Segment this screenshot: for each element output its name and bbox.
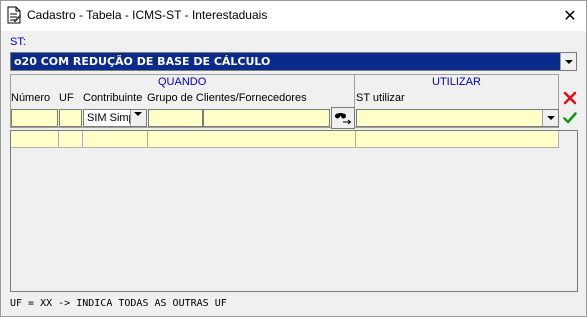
contribuinte-dropdown-button[interactable] [130,110,146,126]
contribuinte-cell[interactable] [83,131,148,148]
numero-input[interactable] [11,109,58,127]
st-label: ST: [10,36,26,48]
contribuinte-select[interactable]: SIM Simp [83,109,147,127]
chevron-down-icon [546,116,555,120]
main-window: Cadastro - Tabela - ICMS-ST - Interestad… [0,0,587,317]
grupo-nome-input[interactable] [203,109,330,127]
quando-group-title: QUANDO [158,76,207,88]
binoculars-icon [335,113,352,125]
red-x-icon [563,91,577,105]
window-title: Cadastro - Tabela - ICMS-ST - Interestad… [27,8,268,22]
close-button[interactable]: ✕ [554,1,586,30]
search-grupo-button[interactable] [331,107,355,129]
st-utilizar-cell[interactable] [356,131,559,148]
utilizar-group-title: UTILIZAR [432,76,481,88]
st-utilizar-select[interactable] [356,109,559,127]
st-utilizar-dropdown-button[interactable] [542,110,558,126]
uf-cell[interactable] [59,131,83,148]
table-row[interactable] [11,131,559,148]
grupo-cell[interactable] [148,131,356,148]
chevron-down-icon [564,59,573,64]
numero-column-header: Número [11,92,51,104]
title-bar: Cadastro - Tabela - ICMS-ST - Interestad… [1,1,586,31]
st-dropdown-button[interactable] [560,53,576,70]
contribuinte-column-header: Contribuinte [83,92,143,104]
grupo-column-header: Grupo de Clientes/Fornecedores [147,92,307,104]
st-utilizar-column-header: ST utilizar [356,92,405,104]
contribuinte-selected-value: SIM Simp [87,112,135,124]
st-select[interactable]: o20 COM REDUÇÃO DE BASE DE CÁLCULO [10,52,577,71]
grupo-codigo-input[interactable] [148,109,203,127]
st-selected-value: o20 COM REDUÇÃO DE BASE DE CÁLCULO [14,55,271,68]
confirm-button[interactable] [562,110,578,126]
records-grid[interactable] [10,130,578,292]
delete-button[interactable] [562,90,578,106]
footer-note: UF = XX -> INDICA TODAS AS OUTRAS UF [10,298,227,309]
numero-cell[interactable] [11,131,59,148]
uf-input[interactable] [59,109,82,127]
document-edit-icon [7,6,22,24]
chevron-down-icon [134,112,142,116]
uf-column-header: UF [59,92,74,104]
close-icon: ✕ [563,7,577,25]
green-check-icon [563,112,577,124]
